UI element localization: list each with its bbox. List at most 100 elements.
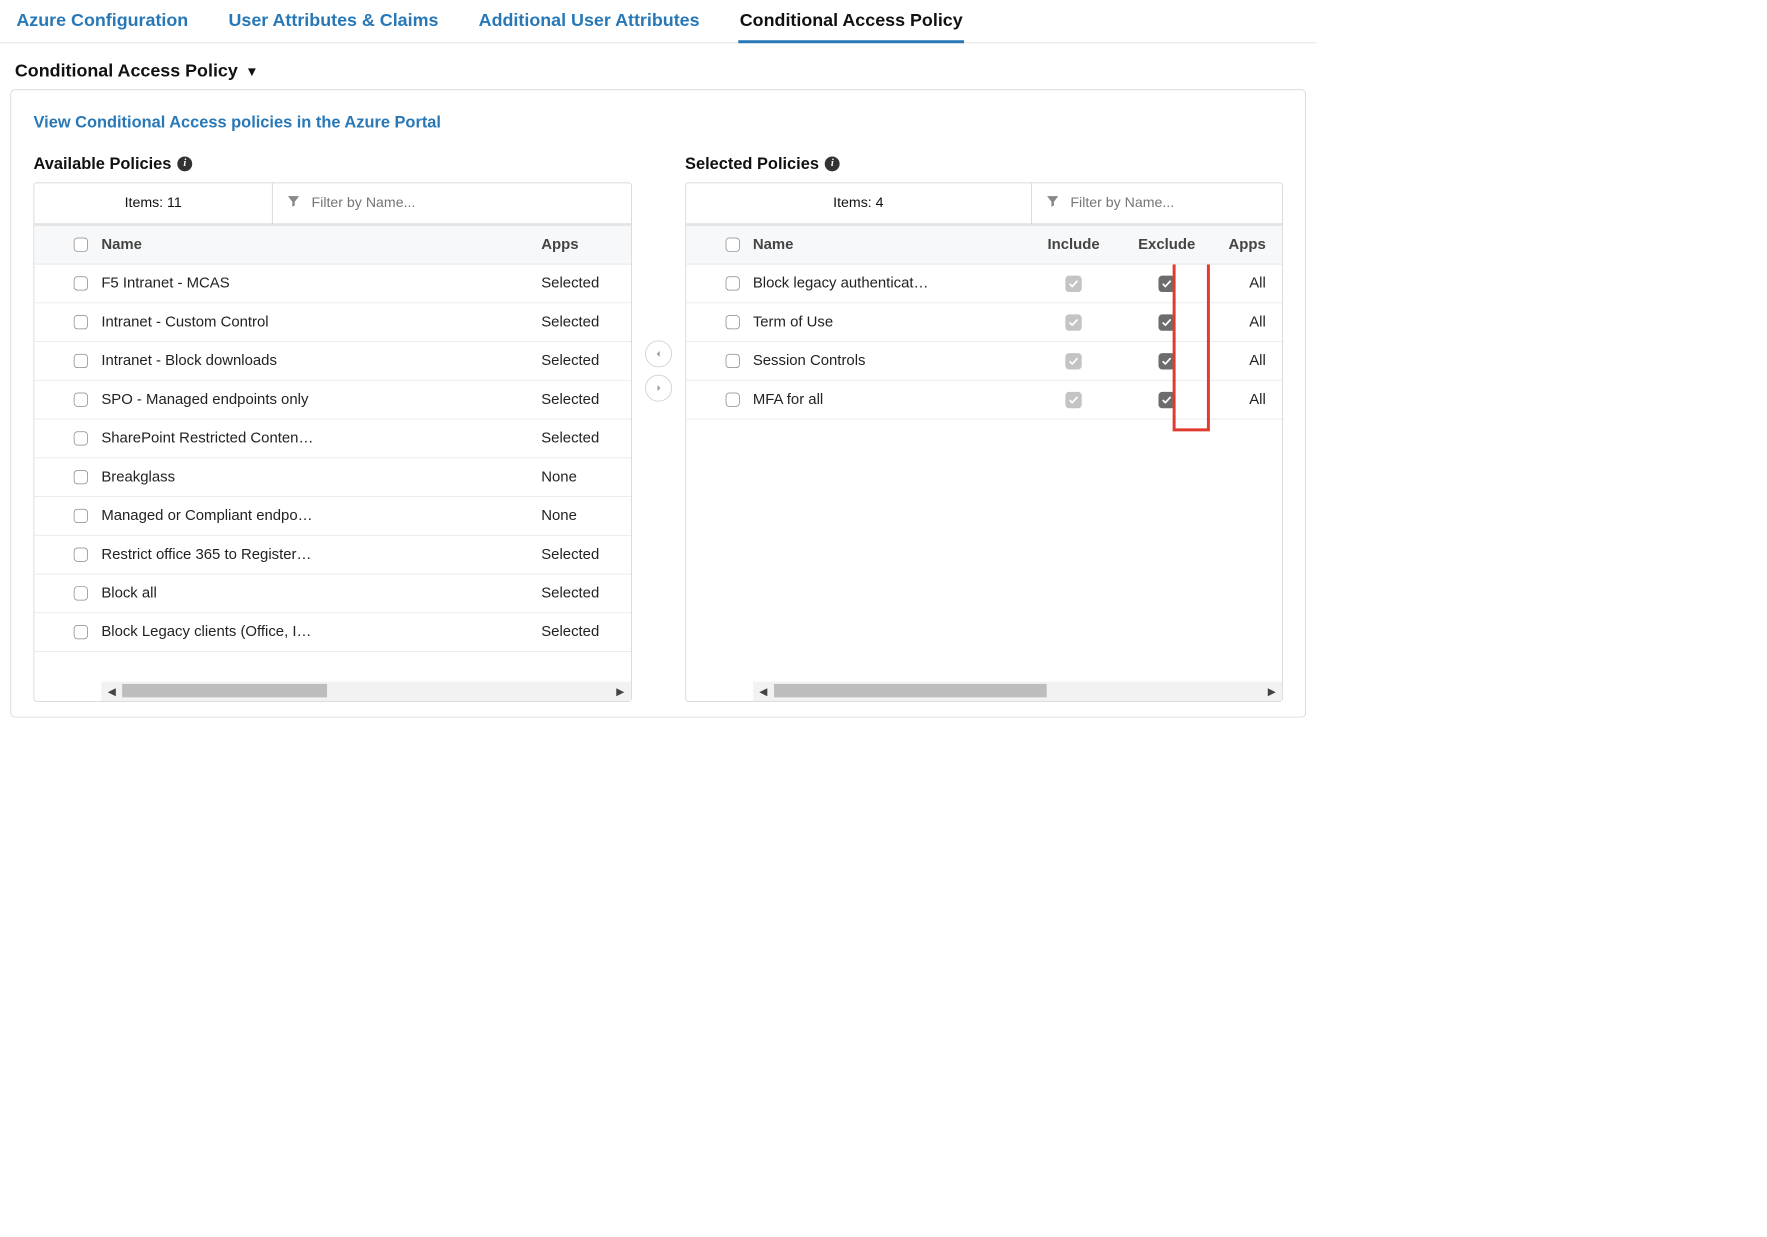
tab-user-attributes-claims[interactable]: User Attributes & Claims [227, 6, 440, 43]
available-select-all-checkbox[interactable] [74, 238, 88, 252]
scroll-right-icon[interactable]: ▶ [1261, 685, 1282, 698]
row-checkbox[interactable] [74, 586, 88, 600]
filter-icon [286, 194, 301, 213]
row-apps: None [541, 507, 630, 524]
selected-hscrollbar[interactable]: ◀ ▶ [753, 682, 1282, 701]
available-policies-list: Items: 11 Name Apps F5 Intranet - [34, 183, 632, 702]
available-policies-column: Available Policies i Items: 11 [34, 154, 632, 702]
row-apps: Selected [541, 585, 630, 602]
row-name: Term of Use [753, 314, 1029, 331]
info-icon[interactable]: i [177, 156, 192, 171]
table-row[interactable]: Term of Use All [686, 303, 1282, 342]
exclude-checkbox[interactable] [1158, 353, 1174, 369]
row-name: SPO - Managed endpoints only [101, 391, 541, 408]
row-apps: All [1215, 314, 1282, 331]
table-row[interactable]: Session ControlsAll [686, 342, 1282, 381]
include-checkbox[interactable] [1065, 314, 1081, 330]
move-right-button[interactable] [645, 375, 672, 402]
row-name: SharePoint Restricted Conten… [101, 430, 541, 447]
table-row[interactable]: Intranet - Custom ControlSelected [34, 303, 630, 342]
view-in-azure-link[interactable]: View Conditional Access policies in the … [34, 112, 441, 131]
caret-down-icon: ▼ [245, 64, 258, 80]
row-name: Block Legacy clients (Office, I… [101, 624, 541, 641]
table-row[interactable]: Block allSelected [34, 574, 630, 613]
row-apps: Selected [541, 314, 630, 331]
table-row[interactable]: Block legacy authenticat…All [686, 264, 1282, 303]
table-row[interactable]: Block Legacy clients (Office, I…Selected [34, 613, 630, 652]
include-checkbox[interactable] [1065, 353, 1081, 369]
section-header[interactable]: Conditional Access Policy ▼ [0, 43, 1316, 89]
available-items-count: Items: 11 [34, 183, 273, 223]
row-checkbox[interactable] [74, 431, 88, 445]
row-checkbox[interactable] [74, 315, 88, 329]
filter-icon [1045, 194, 1060, 213]
available-header-apps[interactable]: Apps [541, 236, 630, 253]
exclude-checkbox[interactable] [1158, 275, 1174, 291]
row-name: Managed or Compliant endpo… [101, 507, 541, 524]
row-apps: Selected [541, 275, 630, 292]
row-checkbox[interactable] [74, 393, 88, 407]
table-row[interactable]: Managed or Compliant endpo…None [34, 497, 630, 536]
tab-conditional-access-policy[interactable]: Conditional Access Policy [738, 6, 964, 43]
selected-filter-input[interactable] [1070, 195, 1268, 211]
row-apps: All [1215, 391, 1282, 408]
include-checkbox[interactable] [1065, 275, 1081, 291]
info-icon[interactable]: i [825, 156, 840, 171]
section-title: Conditional Access Policy [15, 61, 238, 82]
row-checkbox[interactable] [725, 393, 739, 407]
available-table-body[interactable]: F5 Intranet - MCASSelectedIntranet - Cus… [34, 264, 630, 681]
row-checkbox[interactable] [74, 470, 88, 484]
selected-header-exclude[interactable]: Exclude [1118, 236, 1215, 253]
selected-items-count: Items: 4 [686, 183, 1032, 223]
table-row[interactable]: SharePoint Restricted Conten…Selected [34, 419, 630, 458]
selected-policies-column: Selected Policies i Items: 4 [685, 154, 1283, 702]
selected-header-include[interactable]: Include [1029, 236, 1118, 253]
table-row[interactable]: Intranet - Block downloadsSelected [34, 342, 630, 381]
row-name: Restrict office 365 to Register… [101, 546, 541, 563]
available-header-name[interactable]: Name [101, 236, 541, 253]
scroll-left-icon[interactable]: ◀ [101, 685, 122, 698]
selected-table-body: Block legacy authenticat…AllTerm of UseA… [686, 264, 1282, 681]
table-row[interactable]: SPO - Managed endpoints onlySelected [34, 381, 630, 420]
exclude-checkbox[interactable] [1158, 314, 1174, 330]
tab-azure-configuration[interactable]: Azure Configuration [15, 6, 190, 43]
row-name: F5 Intranet - MCAS [101, 275, 541, 292]
include-checkbox[interactable] [1065, 391, 1081, 407]
selected-header-name[interactable]: Name [753, 236, 1029, 253]
row-checkbox[interactable] [725, 315, 739, 329]
row-apps: Selected [541, 352, 630, 369]
row-checkbox[interactable] [74, 276, 88, 290]
scroll-left-icon[interactable]: ◀ [753, 685, 774, 698]
row-name: MFA for all [753, 391, 1029, 408]
selected-header-apps[interactable]: Apps [1215, 236, 1282, 253]
available-policies-title: Available Policies [34, 154, 172, 173]
row-name: Intranet - Block downloads [101, 352, 541, 369]
available-filter-input[interactable] [312, 195, 618, 211]
row-checkbox[interactable] [74, 625, 88, 639]
row-checkbox[interactable] [74, 354, 88, 368]
row-checkbox[interactable] [725, 354, 739, 368]
table-row[interactable]: BreakglassNone [34, 458, 630, 497]
row-name: Block all [101, 585, 541, 602]
scroll-right-icon[interactable]: ▶ [610, 685, 631, 698]
selected-policies-title: Selected Policies [685, 154, 819, 173]
available-hscrollbar[interactable]: ◀ ▶ [101, 682, 630, 701]
exclude-checkbox[interactable] [1158, 391, 1174, 407]
row-checkbox[interactable] [74, 509, 88, 523]
tab-additional-user-attributes[interactable]: Additional User Attributes [477, 6, 701, 43]
selected-select-all-checkbox[interactable] [725, 238, 739, 252]
row-apps: Selected [541, 546, 630, 563]
table-row[interactable]: Restrict office 365 to Register…Selected [34, 536, 630, 575]
table-row[interactable]: MFA for all All [686, 381, 1282, 420]
move-left-button[interactable] [645, 340, 672, 367]
row-apps: Selected [541, 624, 630, 641]
selected-policies-list: Items: 4 Name Include Exclude A [685, 183, 1283, 702]
move-buttons [645, 340, 672, 401]
row-name: Block legacy authenticat… [753, 275, 1029, 292]
tab-bar: Azure Configuration User Attributes & Cl… [0, 0, 1316, 43]
row-checkbox[interactable] [725, 276, 739, 290]
row-checkbox[interactable] [74, 548, 88, 562]
row-name: Intranet - Custom Control [101, 314, 541, 331]
row-name: Breakglass [101, 469, 541, 486]
table-row[interactable]: F5 Intranet - MCASSelected [34, 264, 630, 303]
